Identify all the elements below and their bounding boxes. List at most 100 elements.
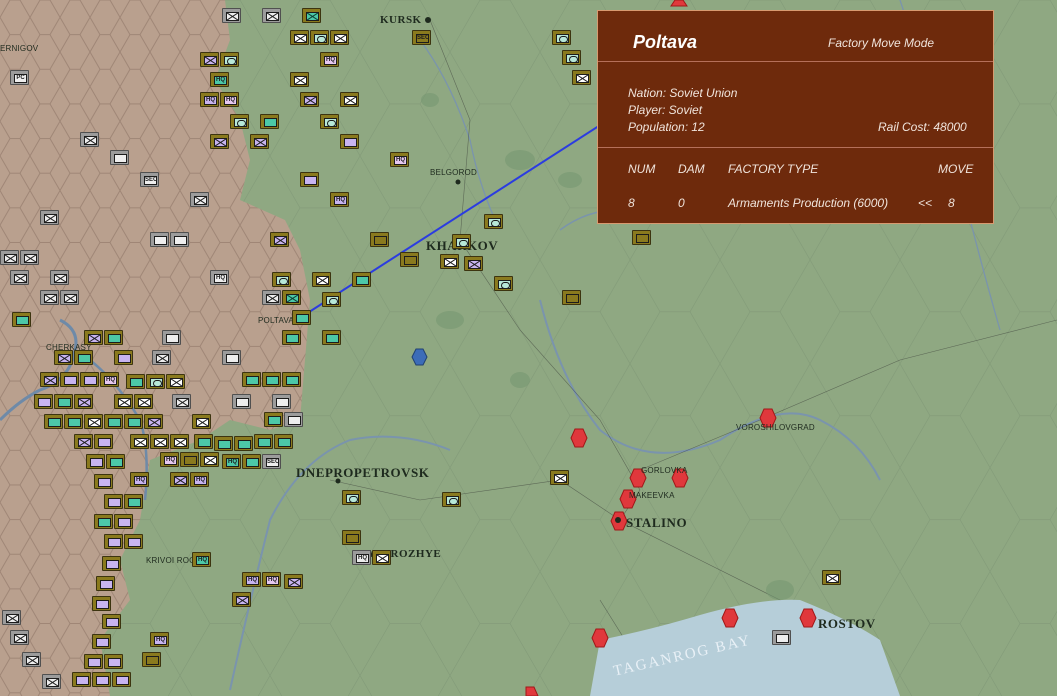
unit-counter[interactable] [142,652,161,667]
unit-counter[interactable] [104,414,123,429]
unit-counter[interactable]: HQ [390,152,409,167]
city-krivoi-rog[interactable]: KRIVOI ROG [146,556,196,565]
unit-counter[interactable] [146,374,165,389]
city-gorlovka[interactable]: GORLOVKA [641,466,688,475]
unit-counter[interactable] [192,414,211,429]
unit-counter[interactable] [330,30,349,45]
unit-counter[interactable] [322,292,341,307]
unit-counter[interactable] [342,490,361,505]
unit-counter[interactable] [312,272,331,287]
unit-counter[interactable] [74,434,93,449]
unit-counter[interactable] [284,412,303,427]
unit-counter[interactable] [260,114,279,129]
unit-counter[interactable] [112,672,131,687]
unit-counter[interactable]: HQ [190,472,209,487]
unit-counter[interactable] [282,372,301,387]
unit-counter[interactable] [130,434,149,449]
unit-counter[interactable] [370,232,389,247]
city-poltava[interactable]: POLTAVA [258,316,294,325]
unit-counter[interactable]: HQ [262,572,281,587]
unit-counter[interactable] [74,350,93,365]
unit-counter[interactable] [104,534,123,549]
unit-counter[interactable] [552,30,571,45]
unit-counter[interactable] [114,394,133,409]
unit-counter[interactable] [342,530,361,545]
unit-counter[interactable] [302,8,321,23]
unit-counter[interactable] [772,630,791,645]
unit-counter[interactable] [300,172,319,187]
unit-counter[interactable] [270,232,289,247]
unit-counter[interactable] [282,330,301,345]
unit-counter[interactable] [106,454,125,469]
unit-counter[interactable]: HQ [100,372,119,387]
unit-counter[interactable] [92,596,111,611]
unit-counter[interactable] [222,8,241,23]
unit-counter[interactable] [150,434,169,449]
unit-counter[interactable] [104,654,123,669]
unit-counter[interactable] [300,92,319,107]
unit-counter[interactable] [162,330,181,345]
unit-counter[interactable]: HQ [220,92,239,107]
unit-counter[interactable]: HQ [242,572,261,587]
unit-counter[interactable] [194,434,213,449]
unit-counter[interactable] [572,70,591,85]
unit-counter[interactable] [94,514,113,529]
unit-counter[interactable] [166,374,185,389]
unit-counter[interactable]: SEC [262,454,281,469]
unit-counter[interactable] [234,436,253,451]
city-voroshilovgrad[interactable]: VOROSHILOVGRAD [736,423,815,432]
unit-counter[interactable] [64,414,83,429]
unit-counter[interactable]: HQ [200,92,219,107]
unit-counter[interactable] [94,434,113,449]
unit-counter[interactable] [74,394,93,409]
unit-counter[interactable] [80,372,99,387]
unit-counter[interactable] [214,436,233,451]
unit-counter[interactable] [210,134,229,149]
unit-counter[interactable] [250,134,269,149]
unit-counter[interactable] [274,434,293,449]
unit-counter[interactable] [262,372,281,387]
unit-counter[interactable] [50,270,69,285]
unit-counter[interactable] [822,570,841,585]
unit-counter[interactable] [200,52,219,67]
unit-counter[interactable] [200,452,219,467]
unit-counter-selected-poltava[interactable] [292,310,311,325]
unit-counter[interactable] [114,350,133,365]
unit-counter[interactable] [124,414,143,429]
unit-counter[interactable] [290,72,309,87]
unit-counter[interactable] [92,672,111,687]
unit-counter[interactable] [562,50,581,65]
unit-counter[interactable] [114,514,133,529]
unit-counter[interactable] [102,614,121,629]
unit-counter[interactable] [104,494,123,509]
unit-counter[interactable] [42,674,61,689]
unit-counter[interactable] [54,394,73,409]
unit-counter[interactable] [96,576,115,591]
unit-counter[interactable] [484,214,503,229]
unit-counter[interactable] [272,394,291,409]
unit-counter[interactable] [104,330,123,345]
unit-counter[interactable] [442,492,461,507]
unit-counter[interactable] [254,434,273,449]
unit-counter[interactable] [340,92,359,107]
unit-counter[interactable]: HQ [222,454,241,469]
unit-counter[interactable] [550,470,569,485]
unit-counter[interactable] [242,454,261,469]
unit-counter[interactable]: HQ [150,632,169,647]
unit-counter[interactable] [84,414,103,429]
unit-counter[interactable] [222,350,241,365]
unit-counter[interactable] [170,472,189,487]
city-belgorod[interactable]: BELGOROD [430,168,477,177]
unit-counter[interactable] [12,312,31,327]
unit-counter[interactable] [272,272,291,287]
unit-counter[interactable] [34,394,53,409]
unit-counter[interactable] [282,290,301,305]
unit-counter[interactable] [464,256,483,271]
city-chernigov[interactable]: ERNIGOV [0,44,38,53]
unit-counter[interactable] [72,672,91,687]
unit-counter[interactable] [150,232,169,247]
unit-counter[interactable] [144,414,163,429]
unit-counter[interactable]: HQ [130,472,149,487]
unit-counter[interactable] [124,494,143,509]
unit-counter[interactable] [102,556,121,571]
